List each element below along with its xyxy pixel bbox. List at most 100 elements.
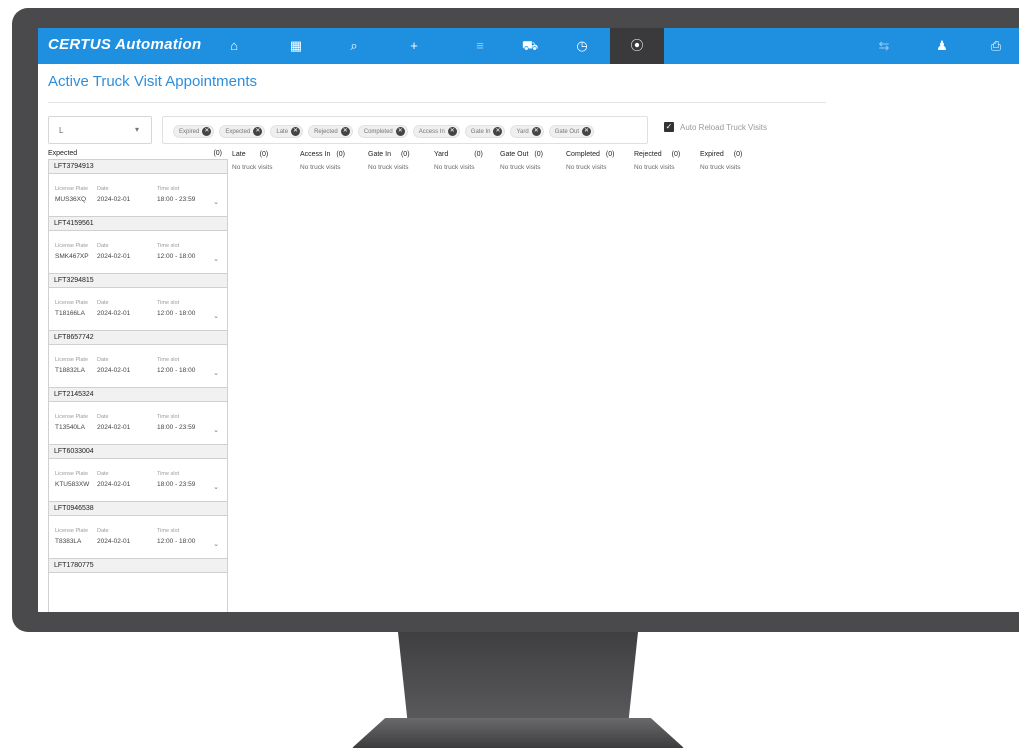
column-title: Rejected xyxy=(634,151,662,158)
plate-value: T8383LA xyxy=(55,538,82,545)
auto-reload-toggle[interactable]: ✓ Auto Reload Truck Visits xyxy=(664,122,767,132)
brand-logo[interactable]: CERTUS Automation xyxy=(48,36,201,53)
date-label: Date xyxy=(97,471,109,477)
chip-label: Expected xyxy=(225,128,251,135)
date-value: 2024-02-01 xyxy=(97,367,131,374)
chip-label: Yard xyxy=(516,128,529,135)
column-header: Gate Out (0) xyxy=(500,151,543,158)
visit-card[interactable]: License Plate Date Time slot MUS36XQ 202… xyxy=(49,174,227,217)
auto-reload-checkbox[interactable]: ✓ xyxy=(664,122,674,132)
slot-value: 18:00 - 23:59 xyxy=(157,481,196,488)
empty-message: No truck visits xyxy=(700,164,741,171)
visit-card[interactable]: License Plate Date Time slot KTU583XW 20… xyxy=(49,459,227,502)
calendar-icon[interactable]: ▦ xyxy=(270,28,322,64)
chevron-down-icon[interactable]: ⌄ xyxy=(213,312,219,320)
remove-chip-icon[interactable]: ✕ xyxy=(395,127,405,136)
empty-message: No truck visits xyxy=(500,164,541,171)
chevron-down-icon[interactable]: ⌄ xyxy=(213,255,219,263)
date-label: Date xyxy=(97,414,109,420)
add-icon[interactable]: + xyxy=(388,28,440,64)
visit-card[interactable]: License Plate Date Time slot T18832LA 20… xyxy=(49,345,227,388)
slot-value: 12:00 - 18:00 xyxy=(157,538,196,545)
date-value: 2024-02-01 xyxy=(97,481,131,488)
truck-icon[interactable]: ⛟ xyxy=(504,28,556,64)
column-header: Rejected (0) xyxy=(634,151,680,158)
remove-chip-icon[interactable]: ✕ xyxy=(291,127,301,136)
chip-late: Late ✕ xyxy=(270,125,304,138)
plate-value: T18832LA xyxy=(55,367,85,374)
monitor-base xyxy=(352,718,684,748)
visit-card-id[interactable]: LFT0946538 xyxy=(49,502,227,516)
expired-column: Expired (0) No truck visits xyxy=(700,151,742,171)
access-in-column: Access In (0) No truck visits xyxy=(300,151,345,171)
empty-message: No truck visits xyxy=(566,164,607,171)
column-header: Gate In (0) xyxy=(368,151,410,158)
visit-card[interactable]: License Plate Date Time slot SMK467XP 20… xyxy=(49,231,227,274)
remove-chip-icon[interactable]: ✕ xyxy=(447,127,457,136)
remove-chip-icon[interactable]: ✕ xyxy=(582,127,592,136)
app-screen: CERTUS Automation ⌂ ▦ ⌕ + ≡ ⛟ ◷ ⦿ ⇆ ♟ ⎙ … xyxy=(38,28,1019,612)
column-count: (0) xyxy=(213,150,222,157)
slot-value: 12:00 - 18:00 xyxy=(157,310,196,317)
plate-label: License Plate xyxy=(55,528,89,534)
chevron-down-icon[interactable]: ⌄ xyxy=(213,540,219,548)
traffic-light-icon[interactable]: ⦿ xyxy=(610,28,664,64)
remove-chip-icon[interactable]: ✕ xyxy=(253,127,263,136)
plate-value: KTU583XW xyxy=(55,481,90,488)
plate-label: License Plate xyxy=(55,243,89,249)
visit-card-id[interactable]: LFT6033004 xyxy=(49,445,227,459)
chevron-down-icon[interactable]: ⌄ xyxy=(213,369,219,377)
visit-card-id[interactable]: LFT1780775 xyxy=(49,559,227,573)
chevron-down-icon[interactable]: ⌄ xyxy=(213,426,219,434)
user-icon[interactable]: ♟ xyxy=(916,28,968,64)
slot-label: Time slot xyxy=(157,528,180,534)
plate-value: T18166LA xyxy=(55,310,85,317)
remove-chip-icon[interactable]: ✕ xyxy=(340,127,350,136)
date-value: 2024-02-01 xyxy=(97,538,131,545)
column-header: Yard (0) xyxy=(434,151,483,158)
chevron-down-icon[interactable]: ⌄ xyxy=(213,198,219,206)
visit-type-select[interactable]: L ▾ xyxy=(48,116,152,144)
remove-chip-icon[interactable]: ✕ xyxy=(202,127,212,136)
gate-in-column: Gate In (0) No truck visits xyxy=(368,151,410,171)
visit-card-id[interactable]: LFT8657742 xyxy=(49,331,227,345)
visit-card-id[interactable]: LFT4159561 xyxy=(49,217,227,231)
monitor-stand xyxy=(398,632,638,722)
visit-card[interactable]: License Plate Date Time slot T13540LA 20… xyxy=(49,402,227,445)
rejected-column: Rejected (0) No truck visits xyxy=(634,151,680,171)
auto-reload-label: Auto Reload Truck Visits xyxy=(680,122,768,132)
search-icon[interactable]: ⌕ xyxy=(328,28,380,64)
chip-label: Gate In xyxy=(470,128,491,135)
clock-icon[interactable]: ◷ xyxy=(556,28,608,64)
slot-value: 12:00 - 18:00 xyxy=(157,253,196,260)
visit-card[interactable] xyxy=(49,573,227,612)
list-icon[interactable]: ≡ xyxy=(454,28,506,64)
date-label: Date xyxy=(97,357,109,363)
visit-card-id[interactable]: LFT3294815 xyxy=(49,274,227,288)
visit-card[interactable]: License Plate Date Time slot T18166LA 20… xyxy=(49,288,227,331)
date-value: 2024-02-01 xyxy=(97,310,131,317)
visit-card[interactable]: License Plate Date Time slot T8383LA 202… xyxy=(49,516,227,559)
swap-icon[interactable]: ⇆ xyxy=(858,28,910,64)
chip-label: Completed xyxy=(363,128,393,135)
column-count: (0) xyxy=(534,151,543,158)
slot-value: 12:00 - 18:00 xyxy=(157,367,196,374)
plate-label: License Plate xyxy=(55,471,89,477)
chevron-down-icon[interactable]: ⌄ xyxy=(213,483,219,491)
status-filter-multiselect[interactable]: Expired ✕ Expected ✕ Late ✕ Rejected ✕ Compl… xyxy=(162,116,673,144)
chip-rejected: Rejected ✕ xyxy=(308,125,353,138)
column-title: Gate Out xyxy=(500,151,529,158)
slot-label: Time slot xyxy=(157,471,180,477)
printer-icon[interactable]: ⎙ xyxy=(970,28,1019,64)
column-title: Late xyxy=(232,151,246,158)
date-value: 2024-02-01 xyxy=(97,424,131,431)
status-chip-list: Expired ✕ Expected ✕ Late ✕ Rejected ✕ Compl… xyxy=(173,125,595,138)
chip-label: Rejected xyxy=(314,128,338,135)
visit-card-id[interactable]: LFT2145324 xyxy=(49,388,227,402)
remove-chip-icon[interactable]: ✕ xyxy=(493,127,503,136)
visit-card-id[interactable]: LFT3794913 xyxy=(49,160,227,174)
remove-chip-icon[interactable]: ✕ xyxy=(531,127,541,136)
column-count: (0) xyxy=(400,151,410,158)
plate-label: License Plate xyxy=(55,186,89,192)
home-icon[interactable]: ⌂ xyxy=(208,28,260,64)
